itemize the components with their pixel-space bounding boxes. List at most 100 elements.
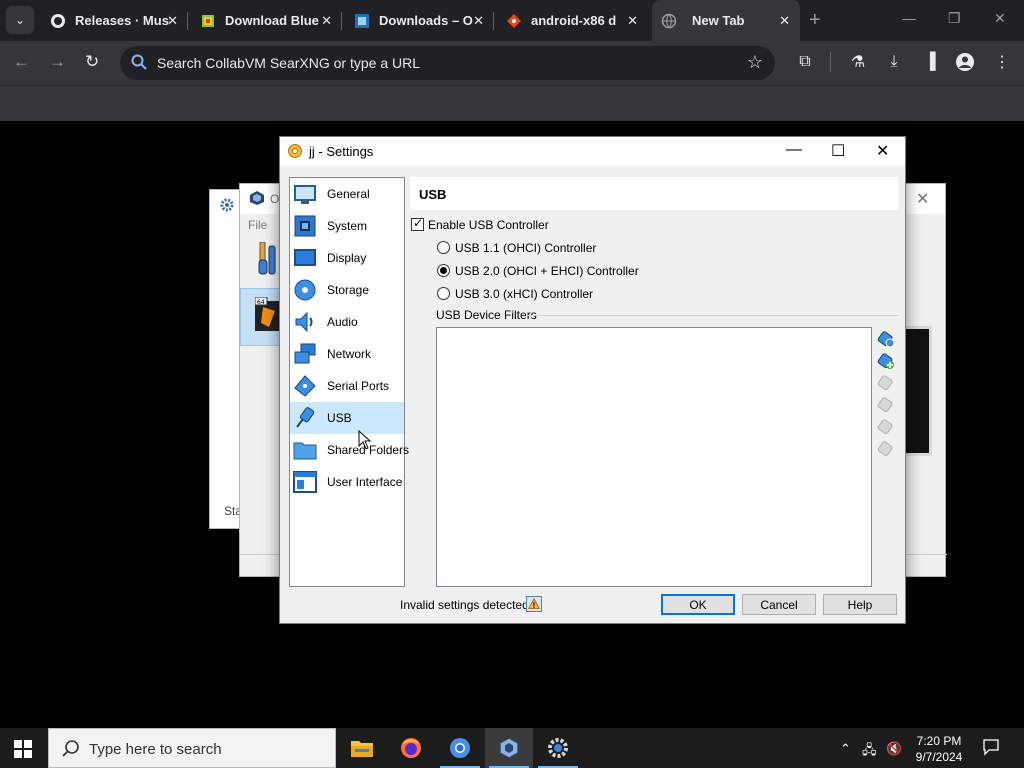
bg-vm-entry[interactable]: 64 <box>240 288 281 346</box>
settings-taskbar-button[interactable] <box>534 728 582 768</box>
reload-icon[interactable]: ↻ <box>85 52 99 72</box>
cancel-button[interactable]: Cancel <box>742 594 816 615</box>
add-filter-icon[interactable] <box>877 330 895 348</box>
audio-icon <box>295 311 313 333</box>
bg-close-icon[interactable]: ✕ <box>916 189 929 209</box>
nav-item-shared-folders[interactable]: Shared Folders <box>290 434 409 466</box>
nav-label: Network <box>327 347 372 361</box>
usb11-label[interactable]: USB 1.1 (OHCI) Controller <box>455 241 596 255</box>
close-icon[interactable]: ✕ <box>473 13 484 29</box>
enable-usb-label[interactable]: Enable USB Controller <box>428 218 549 232</box>
show-hidden-icons-chevron-icon[interactable]: ⌃ <box>840 741 851 757</box>
address-bar[interactable]: Search CollabVM SearXNG or type a URL ☆ <box>120 46 775 80</box>
firefox-taskbar-button[interactable] <box>387 728 435 768</box>
nav-item-audio[interactable]: Audio <box>290 306 404 338</box>
download-icon[interactable]: ⤓ <box>884 52 904 72</box>
nav-label: Audio <box>327 315 358 329</box>
user-interface-icon <box>293 471 317 493</box>
file-explorer-taskbar-button[interactable] <box>338 728 386 768</box>
tab-title: New Tab <box>692 13 745 28</box>
dialog-close-icon[interactable]: ✕ <box>876 141 889 161</box>
invalid-settings-text: Invalid settings detected <box>400 598 529 612</box>
usb-icon <box>296 407 315 428</box>
new-tab-plus-icon[interactable]: + <box>809 9 821 32</box>
nav-item-general[interactable]: General <box>290 178 404 210</box>
ok-button[interactable]: OK <box>661 594 735 615</box>
network-icon <box>294 343 316 364</box>
close-icon[interactable]: ✕ <box>779 13 790 29</box>
git-icon <box>507 13 521 28</box>
close-icon[interactable]: ✕ <box>167 13 178 29</box>
dialog-titlebar: jj - Settings — ☐ ✕ <box>280 137 905 166</box>
nav-item-storage[interactable]: Storage <box>290 274 404 306</box>
usb20-radio[interactable] <box>437 264 450 277</box>
restore-icon[interactable]: ❐ <box>948 10 961 27</box>
forward-arrow-icon[interactable]: → <box>49 52 66 72</box>
extensions-icon[interactable]: ⧉ <box>795 52 815 72</box>
help-button[interactable]: Help <box>823 594 897 615</box>
tab-android-x86[interactable]: android-x86 d ✕ <box>496 0 648 41</box>
usb-filters-list[interactable] <box>436 327 872 587</box>
dialog-minimize-icon[interactable]: — <box>786 141 802 159</box>
labs-flask-icon[interactable]: ⚗ <box>848 52 868 72</box>
taskbar-search-box[interactable]: Type here to search <box>48 728 336 768</box>
windows-start-icon[interactable] <box>14 740 32 758</box>
usb20-label[interactable]: USB 2.0 (OHCI + EHCI) Controller <box>455 264 639 278</box>
edit-filter-icon <box>877 375 893 391</box>
network-tray-icon[interactable]: 🖧 <box>862 741 877 763</box>
volume-muted-icon[interactable]: 🔇 <box>886 741 902 757</box>
nav-item-serial-ports[interactable]: Serial Ports <box>290 370 404 402</box>
nav-item-user-interface[interactable]: User Interface <box>290 466 404 498</box>
nav-item-display[interactable]: Display <box>290 242 404 274</box>
svg-text:64: 64 <box>257 299 265 306</box>
add-filter-from-device-icon[interactable] <box>877 352 895 370</box>
settings-gear-icon <box>288 144 302 158</box>
side-panel-icon[interactable]: ▐ <box>920 52 940 72</box>
move-filter-up-icon <box>877 419 893 435</box>
nav-item-system[interactable]: System <box>290 210 404 242</box>
chromium-taskbar-button[interactable] <box>436 728 484 768</box>
tab-search-button[interactable]: ⌄ <box>6 6 34 34</box>
tab-new-tab[interactable]: New Tab ✕ <box>652 0 800 41</box>
usb11-radio[interactable] <box>437 241 450 254</box>
display-icon <box>294 249 316 266</box>
nav-label: System <box>327 219 368 233</box>
virtualbox-taskbar-button[interactable] <box>485 728 533 768</box>
tools-icon[interactable] <box>258 242 278 276</box>
warning-icon[interactable] <box>526 596 542 612</box>
usb30-label[interactable]: USB 3.0 (xHCI) Controller <box>455 287 593 301</box>
dialog-title: jj - Settings <box>309 144 374 159</box>
more-menu-icon[interactable]: ⋮ <box>992 52 1012 72</box>
bg-menu-file[interactable]: File <box>248 218 267 232</box>
nav-item-network[interactable]: Network <box>290 338 404 370</box>
tab-bluestacks[interactable]: Download Blue ✕ <box>190 0 342 41</box>
remove-filter-icon <box>877 397 893 413</box>
tab-title: Downloads – O <box>379 13 473 28</box>
tab-releases[interactable]: Releases · Musi ✕ <box>40 0 188 41</box>
settings-dialog: jj - Settings — ☐ ✕ General System Displ… <box>279 136 906 624</box>
bluestacks-icon <box>202 14 214 27</box>
clock-time: 7:20 PM <box>916 734 962 748</box>
usb30-radio[interactable] <box>437 287 450 300</box>
back-arrow-icon[interactable]: ← <box>13 52 30 72</box>
nav-item-usb[interactable]: USB <box>290 402 404 434</box>
tab-separator <box>341 12 342 30</box>
window-close-icon[interactable]: ✕ <box>994 10 1006 27</box>
minimize-icon[interactable]: — <box>902 10 916 26</box>
bookmark-star-icon[interactable]: ☆ <box>747 52 763 73</box>
tab-separator <box>493 12 494 30</box>
taskbar-clock[interactable]: 7:20 PM 9/7/2024 <box>904 733 974 765</box>
profile-avatar-icon[interactable] <box>955 52 975 72</box>
dialog-maximize-icon[interactable]: ☐ <box>831 141 845 161</box>
shared-folders-icon <box>293 442 317 460</box>
tab-downloads[interactable]: Downloads – O ✕ <box>344 0 494 41</box>
serial-ports-icon <box>294 375 316 397</box>
taskbar-search-placeholder: Type here to search <box>89 741 222 758</box>
firefox-icon <box>401 738 421 758</box>
close-icon[interactable]: ✕ <box>627 13 638 29</box>
notification-center-icon[interactable] <box>982 738 1000 756</box>
virtualbox-icon <box>499 737 519 759</box>
close-icon[interactable]: ✕ <box>321 13 332 29</box>
enable-usb-checkbox[interactable] <box>411 216 424 231</box>
nav-label: General <box>327 187 370 201</box>
